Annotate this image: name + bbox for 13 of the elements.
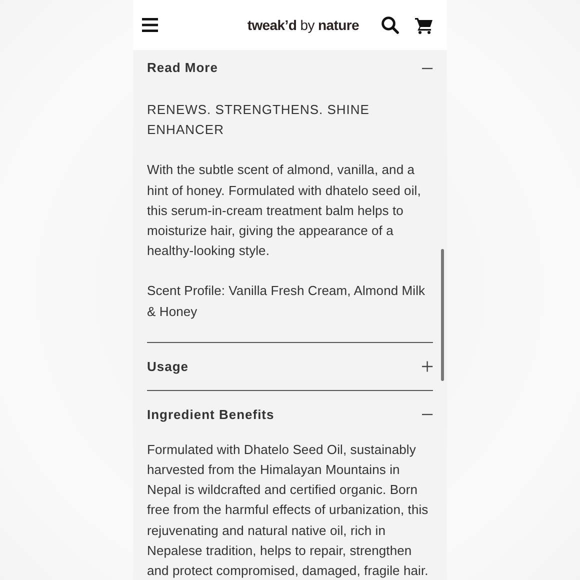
description-text: Formulated with Dhatelo Seed Oil, sustainably harvested from the Himalayan Mountains in Nepal is wildcrafted and certified organic. Born free from the harmful effects of urbanization, this rejuvenating and natural native oil, rich in Nepalese tradition, helps to repair, strengthen and protect compromised, damaged, fragile hair. (147, 440, 430, 580)
scrollbar[interactable] (441, 249, 444, 381)
section-title[interactable]: Read More (147, 49, 422, 87)
section-title[interactable]: Ingredient Benefits (147, 395, 422, 434)
search-icon[interactable] (381, 16, 399, 34)
cart-icon[interactable] (415, 16, 433, 34)
description-text: Scent Profile: Vanilla Fresh Cream, Almond Milk & Honey (147, 282, 426, 321)
plus-icon[interactable] (422, 360, 433, 372)
section-title[interactable]: Usage (147, 347, 422, 386)
description-text: RENEWS. STRENGTHENS. SHINE ENHANCER (147, 101, 370, 140)
description-text: With the subtle scent of almond, vanilla, and a hint of honey. Formulated with dhatelo seed oil, this serum-in-cream treatment balm helps to moisturize hair, giving the appearance of a healthy-looking style. (147, 161, 422, 260)
menu-icon[interactable] (142, 18, 158, 32)
brand-logo[interactable]: tweak’d by nature (247, 14, 359, 36)
